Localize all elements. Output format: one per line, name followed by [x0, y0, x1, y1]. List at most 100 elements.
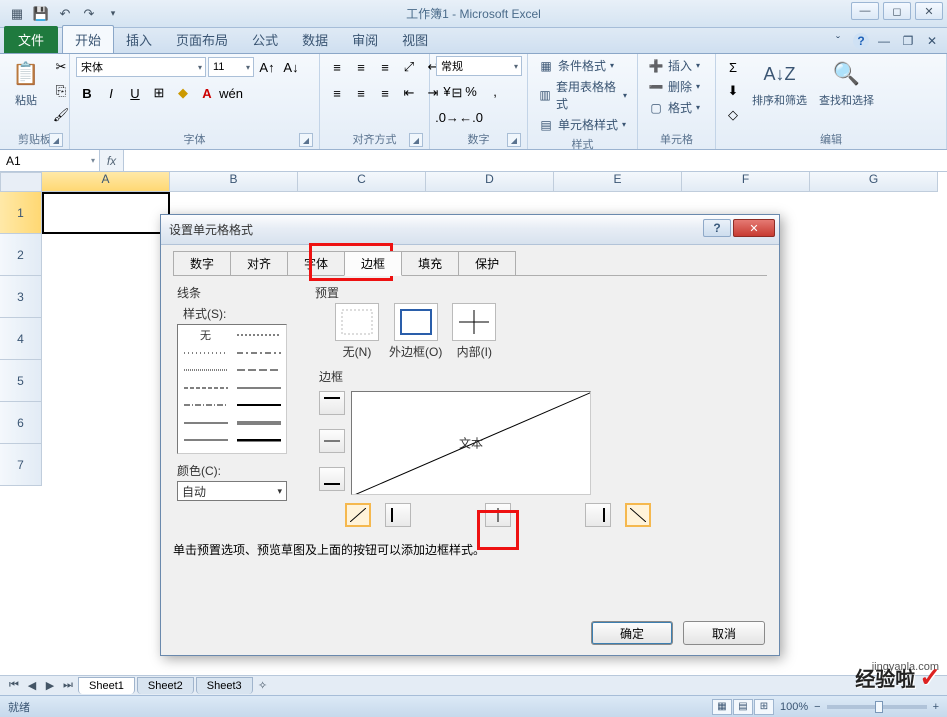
home-tab[interactable]: 开始	[62, 25, 114, 53]
dlg-tab-border[interactable]: 边框	[344, 251, 402, 276]
dlg-tab-align[interactable]: 对齐	[230, 251, 288, 275]
preset-outline[interactable]: 外边框(O)	[389, 303, 442, 360]
cancel-button[interactable]: 取消	[683, 621, 765, 645]
insert-cells-button[interactable]: ➕插入▾	[644, 56, 704, 75]
currency-icon[interactable]: ¥	[436, 80, 458, 102]
row-header-5[interactable]: 5	[0, 360, 42, 402]
line-style[interactable]	[235, 399, 282, 411]
cut-icon[interactable]: ✂	[50, 56, 72, 78]
font-launcher[interactable]: ◢	[299, 133, 313, 147]
format-painter-icon[interactable]: 🖌	[50, 104, 72, 126]
wb-close-icon[interactable]: ✕	[923, 32, 941, 50]
dlg-tab-font[interactable]: 字体	[287, 251, 345, 275]
dialog-close-button[interactable]: ✕	[733, 219, 775, 237]
preset-inside[interactable]: 内部(I)	[452, 303, 496, 360]
bold-icon[interactable]: B	[76, 82, 98, 104]
sheet-tab-1[interactable]: Sheet1	[78, 677, 135, 694]
tab-first-icon[interactable]: ⏮	[6, 678, 22, 694]
save-icon[interactable]: 💾	[30, 3, 52, 25]
border-bottom-btn[interactable]	[319, 467, 345, 491]
font-color-icon[interactable]: A	[196, 82, 218, 104]
table-format-button[interactable]: ▥套用表格格式▾	[534, 77, 631, 113]
fx-icon[interactable]: fx	[100, 150, 124, 171]
line-style[interactable]	[182, 399, 229, 411]
line-style[interactable]	[235, 329, 282, 341]
col-header-F[interactable]: F	[682, 172, 810, 192]
insert-tab[interactable]: 插入	[114, 26, 164, 53]
zoom-out-icon[interactable]: −	[814, 701, 820, 713]
review-tab[interactable]: 审阅	[340, 26, 390, 53]
border-left-btn[interactable]	[385, 503, 411, 527]
excel-icon[interactable]: ▦	[6, 3, 28, 25]
line-style[interactable]	[182, 364, 229, 376]
redo-icon[interactable]: ↷	[78, 3, 100, 25]
col-header-D[interactable]: D	[426, 172, 554, 192]
paste-button[interactable]: 📋 粘贴	[6, 56, 46, 110]
maximize-button[interactable]: ◻	[883, 2, 911, 20]
border-icon[interactable]: ⊞	[148, 82, 170, 104]
formula-tab[interactable]: 公式	[240, 26, 290, 53]
clear-icon[interactable]: ◇	[722, 104, 744, 126]
line-style[interactable]	[182, 347, 229, 359]
undo-icon[interactable]: ↶	[54, 3, 76, 25]
select-all-corner[interactable]	[0, 172, 42, 192]
line-style-list[interactable]: 无	[177, 324, 287, 454]
border-vmid-btn[interactable]	[485, 503, 511, 527]
row-header-3[interactable]: 3	[0, 276, 42, 318]
comma-icon[interactable]: ,	[484, 80, 506, 102]
break-view-icon[interactable]: ⊞	[754, 699, 774, 715]
cell-a1[interactable]	[42, 192, 170, 234]
line-style[interactable]	[235, 417, 282, 429]
fill-icon[interactable]: ⬇	[722, 80, 744, 102]
border-top-btn[interactable]	[319, 391, 345, 415]
layout-view-icon[interactable]: ▤	[733, 699, 753, 715]
dlg-tab-number[interactable]: 数字	[173, 251, 231, 275]
align-middle-icon[interactable]: ≡	[350, 56, 372, 78]
line-style[interactable]	[235, 364, 282, 376]
number-format-combo[interactable]: 常规	[436, 56, 522, 76]
col-header-E[interactable]: E	[554, 172, 682, 192]
shrink-font-icon[interactable]: A↓	[280, 56, 302, 78]
line-style[interactable]	[235, 382, 282, 394]
border-diag-up-btn[interactable]	[345, 503, 371, 527]
line-none[interactable]: 无	[182, 329, 229, 341]
grow-font-icon[interactable]: A↑	[256, 56, 278, 78]
tab-next-icon[interactable]: ▶	[42, 678, 58, 694]
tab-last-icon[interactable]: ⏭	[60, 678, 76, 694]
col-header-G[interactable]: G	[810, 172, 938, 192]
row-header-4[interactable]: 4	[0, 318, 42, 360]
col-header-A[interactable]: A	[42, 172, 170, 192]
close-button[interactable]: ✕	[915, 2, 943, 20]
dlg-tab-fill[interactable]: 填充	[401, 251, 459, 275]
border-diag-down-btn[interactable]	[625, 503, 651, 527]
row-header-7[interactable]: 7	[0, 444, 42, 486]
percent-icon[interactable]: %	[460, 80, 482, 102]
zoom-in-icon[interactable]: +	[933, 701, 939, 713]
minimize-button[interactable]: —	[851, 2, 879, 20]
line-style[interactable]	[182, 434, 229, 446]
align-bottom-icon[interactable]: ≡	[374, 56, 396, 78]
line-style[interactable]	[182, 417, 229, 429]
orientation-icon[interactable]: ⤢	[398, 56, 420, 78]
align-left-icon[interactable]: ≡	[326, 82, 348, 104]
border-hmid-btn[interactable]	[319, 429, 345, 453]
sort-filter-button[interactable]: A↓Z 排序和筛选	[748, 56, 811, 110]
file-tab[interactable]: 文件	[4, 26, 58, 53]
font-size-combo[interactable]: 11	[208, 57, 254, 77]
align-right-icon[interactable]: ≡	[374, 82, 396, 104]
line-style[interactable]	[182, 382, 229, 394]
fill-color-icon[interactable]: ◆	[172, 82, 194, 104]
qat-more-icon[interactable]: ▾	[102, 3, 124, 25]
line-style[interactable]	[235, 347, 282, 359]
align-top-icon[interactable]: ≡	[326, 56, 348, 78]
border-preview[interactable]: 文本	[351, 391, 591, 495]
row-header-6[interactable]: 6	[0, 402, 42, 444]
layout-tab[interactable]: 页面布局	[164, 26, 240, 53]
indent-dec-icon[interactable]: ⇤	[398, 82, 420, 104]
align-launcher[interactable]: ◢	[409, 133, 423, 147]
dlg-tab-protect[interactable]: 保护	[458, 251, 516, 275]
cell-style-button[interactable]: ▤单元格样式▾	[534, 115, 631, 134]
name-box[interactable]: A1	[0, 150, 100, 171]
new-sheet-icon[interactable]: ✧	[255, 678, 271, 694]
sheet-tab-2[interactable]: Sheet2	[137, 677, 194, 694]
